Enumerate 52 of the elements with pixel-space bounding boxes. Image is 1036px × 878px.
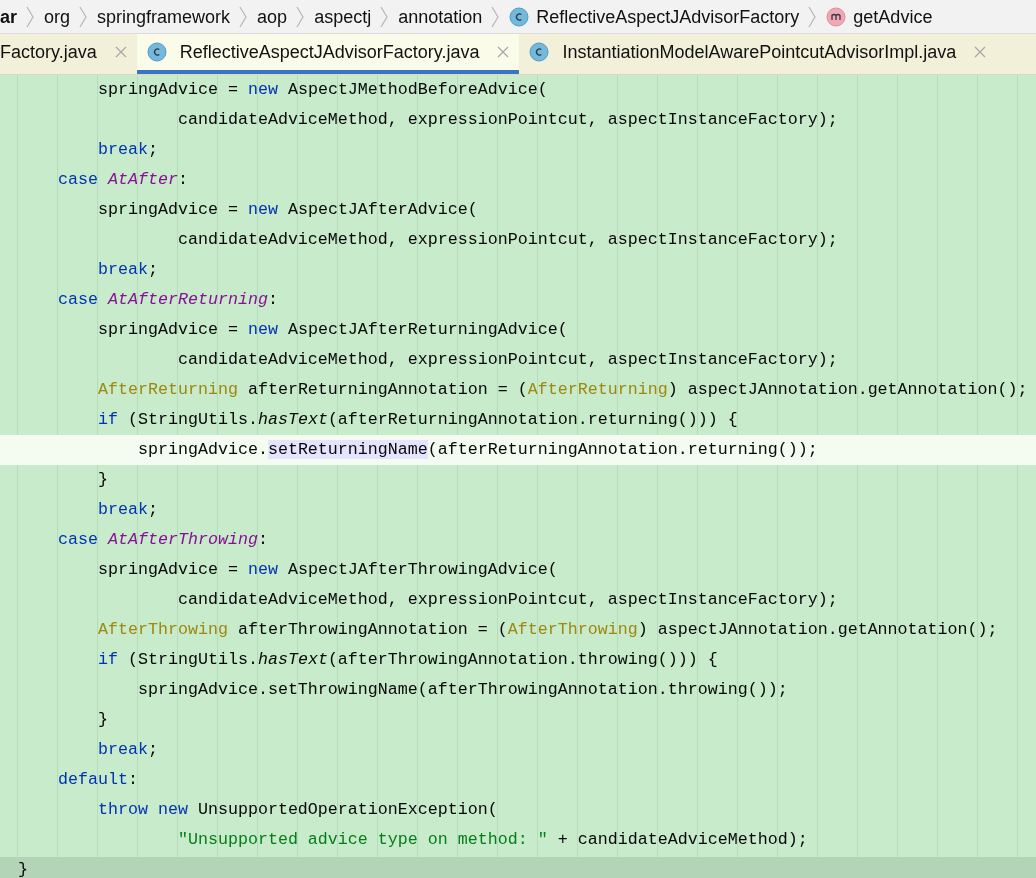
code-line: AfterReturning afterReturningAnnotation = (AfterReturning) aspectJAnnotation.getAnnotation();: [96, 379, 1028, 401]
code-line: throw new UnsupportedOperationException(: [96, 799, 498, 821]
class-icon: [529, 42, 550, 62]
breadcrumb-item[interactable]: getAdvice: [853, 5, 933, 28]
code-line: candidateAdviceMethod, expressionPointcut, aspectInstanceFactory);: [176, 229, 838, 251]
editor-tab[interactable]: Factory.java: [0, 34, 137, 74]
code-line: break;: [96, 499, 158, 521]
class-icon: [146, 42, 167, 62]
code-line: case AtAfterThrowing:: [56, 529, 268, 551]
chevron-icon: [25, 4, 35, 29]
code-line: "Unsupported advice type on method: " + candidateAdviceMethod);: [176, 829, 808, 851]
breadcrumb-item[interactable]: springframework: [97, 5, 231, 28]
code-line: candidateAdviceMethod, expressionPointcut, aspectInstanceFactory);: [176, 109, 838, 131]
code-line: AfterThrowing afterThrowingAnnotation = (AfterThrowing) aspectJAnnotation.getAnnotation();: [96, 619, 998, 641]
close-icon[interactable]: [497, 46, 510, 58]
code-line: default:: [56, 769, 138, 791]
code-line: break;: [96, 739, 158, 761]
code-line: case AtAfterReturning:: [56, 289, 278, 311]
close-icon[interactable]: [114, 46, 127, 58]
class-icon: [509, 6, 530, 27]
code-line: }: [96, 469, 108, 491]
breadcrumb-item[interactable]: annotation: [398, 5, 483, 28]
chevron-icon: [807, 4, 818, 29]
code-line: }: [18, 860, 28, 878]
code-line: springAdvice = new AspectJAfterReturningAdvice(: [96, 319, 568, 341]
method-icon: [826, 6, 847, 27]
code-line: springAdvice.setReturningName(afterReturningAnnotation.returning());: [136, 439, 818, 461]
code-line: candidateAdviceMethod, expressionPointcut, aspectInstanceFactory);: [176, 589, 838, 611]
code-line: case AtAfter:: [56, 169, 188, 191]
breadcrumb-item[interactable]: org: [44, 5, 71, 28]
code-line: if (StringUtils.hasText(afterThrowingAnnotation.throwing())) {: [96, 649, 718, 671]
code-line: if (StringUtils.hasText(afterReturningAnnotation.returning())) {: [96, 409, 738, 431]
close-icon[interactable]: [974, 46, 987, 58]
breadcrumb-item[interactable]: ReflectiveAspectJAdvisorFactory: [536, 5, 800, 28]
chevron-icon: [78, 4, 89, 29]
chevron-icon: [490, 4, 501, 29]
chevron-icon: [238, 4, 249, 29]
code-line: }: [96, 709, 108, 731]
chevron-icon: [379, 4, 390, 29]
code-line: candidateAdviceMethod, expressionPointcut, aspectInstanceFactory);: [176, 349, 838, 371]
breadcrumb-item[interactable]: aspectj: [314, 5, 372, 28]
breadcrumb-item[interactable]: aop: [257, 5, 288, 28]
editor-tab[interactable]: ReflectiveAspectJAdvisorFactory.java: [136, 34, 520, 74]
code-line: break;: [96, 139, 158, 161]
breadcrumb-item[interactable]: ar: [0, 5, 17, 28]
code-line: springAdvice = new AspectJAfterThrowingAdvice(: [96, 559, 558, 581]
editor-tab[interactable]: InstantiationModelAwarePointcutAdvisorImpl.java: [519, 34, 997, 74]
code-line: springAdvice = new AspectJAfterAdvice(: [96, 199, 478, 221]
code-line: springAdvice = new AspectJMethodBeforeAdvice(: [96, 79, 548, 101]
chevron-icon: [295, 4, 306, 29]
code-line: springAdvice.setThrowingName(afterThrowingAnnotation.throwing());: [136, 679, 788, 701]
code-line: break;: [96, 259, 158, 281]
